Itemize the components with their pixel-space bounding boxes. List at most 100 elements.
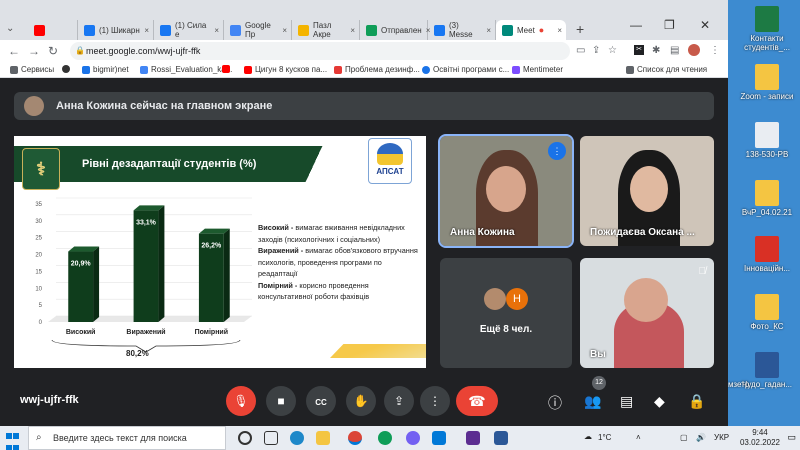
bookmark-item[interactable]: Mentimeter bbox=[512, 65, 563, 74]
activities-icon[interactable]: ◆ bbox=[654, 393, 665, 410]
puzzle-icon[interactable]: ✱ bbox=[652, 45, 660, 56]
cast-icon[interactable]: ▭ bbox=[576, 45, 585, 56]
minimize-icon[interactable]: — bbox=[630, 18, 642, 32]
browser-tab-active[interactable]: Meet ● × bbox=[496, 20, 566, 40]
close-tab-icon[interactable]: × bbox=[557, 26, 562, 35]
windows-start-icon[interactable] bbox=[6, 431, 20, 450]
close-tab-icon[interactable]: × bbox=[486, 26, 491, 35]
close-tab-icon[interactable]: × bbox=[144, 26, 149, 35]
close-window-icon[interactable]: ✕ bbox=[700, 18, 710, 32]
reload-icon[interactable]: ↻ bbox=[48, 44, 58, 58]
microphone-toggle-button[interactable]: 🎙 bbox=[226, 386, 256, 416]
weather-icon[interactable]: ☁ bbox=[584, 432, 592, 441]
info-icon[interactable]: ⓘ bbox=[548, 393, 562, 413]
desktop-icon[interactable]: Контакти студентів_... bbox=[736, 6, 798, 52]
clock[interactable]: 9:44 03.02.2022 bbox=[740, 428, 780, 448]
volume-icon[interactable]: 🔊 bbox=[696, 433, 706, 442]
presenting-banner: Анна Кожина сейчас на главном экране bbox=[14, 92, 714, 120]
bookmark-item[interactable]: Проблема дезинф... bbox=[334, 65, 420, 74]
cortana-icon[interactable] bbox=[238, 431, 252, 445]
y-tick-label: 15 bbox=[35, 269, 42, 275]
reading-list[interactable]: Список для чтения bbox=[626, 65, 707, 74]
bar-chart: 0 5 10 15 20 25 30 35 20,9% Високий 33,1% Виражени… bbox=[35, 197, 252, 353]
bookmark-label: Rossi_Evaluation_ka... bbox=[151, 65, 233, 74]
edge-icon[interactable] bbox=[290, 431, 304, 445]
bookmark-item[interactable] bbox=[222, 65, 230, 73]
pin-icon[interactable]: ▤ bbox=[670, 45, 679, 56]
participant-name: Анна Кожина bbox=[450, 227, 515, 238]
url-input[interactable]: 🔒 meet.google.com/wwj-ujfr-ffk bbox=[70, 42, 570, 60]
end-call-button[interactable]: ☎ bbox=[456, 386, 498, 416]
browser-tab[interactable]: Google Пр × bbox=[224, 20, 292, 40]
menu-icon[interactable]: ⋮ bbox=[710, 45, 720, 56]
back-icon[interactable]: ← bbox=[8, 44, 20, 58]
tab-title: (3) Messe bbox=[449, 21, 473, 39]
chat-icon[interactable]: ▤ bbox=[620, 393, 633, 410]
facebook-icon bbox=[160, 24, 171, 36]
raise-hand-button[interactable]: ✋ bbox=[346, 386, 376, 416]
tab-title: Отправлен bbox=[381, 25, 422, 35]
desktop-icon[interactable]: Інноваційн... bbox=[736, 236, 798, 273]
desktop-icon[interactable]: 138-530-РВ bbox=[736, 122, 798, 159]
participant-tile[interactable]: ⋮ Анна Кожина bbox=[438, 134, 574, 248]
bookmark-item[interactable] bbox=[62, 65, 70, 73]
task-view-icon[interactable] bbox=[264, 431, 278, 445]
notifications-icon[interactable]: ▭ bbox=[787, 432, 796, 443]
browser-tab[interactable]: Отправлен × bbox=[360, 20, 430, 40]
profile-avatar[interactable] bbox=[688, 44, 700, 56]
camera-toggle-button[interactable]: ■ bbox=[266, 386, 296, 416]
bookmark-item[interactable]: Освітні програми с... bbox=[422, 65, 509, 74]
desktop-icon[interactable]: Фото_КС bbox=[736, 294, 798, 331]
browser-tab[interactable] bbox=[28, 20, 78, 40]
bookmark-item[interactable]: Цигун 8 кусков па... bbox=[244, 65, 327, 74]
chrome-icon[interactable] bbox=[378, 431, 392, 445]
viber-icon[interactable] bbox=[406, 431, 420, 445]
word-file-icon bbox=[755, 352, 779, 378]
maximize-icon[interactable]: ❐ bbox=[664, 18, 675, 32]
folder-icon bbox=[755, 180, 779, 206]
bookmark-item[interactable]: Rossi_Evaluation_ka... bbox=[140, 65, 232, 74]
bookmark-item[interactable]: bigmir)net bbox=[82, 65, 129, 74]
more-options-button[interactable]: ⋮ bbox=[420, 386, 450, 416]
definition-pronounced: Виражений - вимагає обов'язкового втруча… bbox=[258, 245, 423, 280]
participant-video-face bbox=[630, 166, 668, 212]
browser-tab[interactable]: (1) Шикарн × bbox=[78, 20, 154, 40]
taskbar-search-input[interactable]: ⌕ Введите здесь текст для поиска bbox=[28, 426, 226, 450]
browser-tab[interactable]: (3) Messe × bbox=[428, 20, 496, 40]
tab-search-icon[interactable]: ⌄ bbox=[6, 23, 14, 34]
close-tab-icon[interactable]: × bbox=[282, 26, 287, 35]
explorer-icon[interactable] bbox=[316, 431, 330, 445]
definition-moderate: Помірний - корисно проведення консультат… bbox=[258, 280, 423, 303]
host-controls-icon[interactable]: 🔒 bbox=[688, 393, 705, 410]
y-tick-label: 10 bbox=[35, 286, 42, 292]
people-icon[interactable]: 👥 bbox=[584, 393, 601, 410]
extension-icon[interactable]: ✂ bbox=[634, 45, 644, 55]
app-icon[interactable] bbox=[432, 431, 446, 445]
bookmark-star-icon[interactable]: ☆ bbox=[608, 45, 617, 56]
participant-tile[interactable]: Пожидаєва Оксана ... bbox=[580, 136, 714, 246]
globe-icon bbox=[422, 65, 430, 74]
close-tab-icon[interactable]: × bbox=[350, 26, 355, 35]
browser-tab[interactable]: (1) Сила е × bbox=[154, 20, 224, 40]
captions-button[interactable]: CC bbox=[306, 386, 336, 416]
bookmark-label: bigmir)net bbox=[93, 65, 129, 74]
close-tab-icon[interactable]: × bbox=[214, 26, 219, 35]
tab-title: (1) Сила е bbox=[175, 21, 207, 39]
forward-icon[interactable]: → bbox=[28, 44, 40, 58]
network-icon[interactable]: ▢ bbox=[680, 433, 688, 442]
share-icon[interactable]: ⇪ bbox=[592, 45, 600, 56]
new-tab-button[interactable]: + bbox=[576, 21, 584, 37]
present-now-button[interactable]: ⇪ bbox=[384, 386, 414, 416]
desktop-icon-label: Чудо_гадан... bbox=[741, 380, 793, 389]
bookmark-item[interactable]: Сервисы bbox=[10, 65, 54, 74]
chrome-icon[interactable] bbox=[348, 431, 362, 445]
app-icon[interactable] bbox=[466, 431, 480, 445]
word-icon[interactable] bbox=[494, 431, 508, 445]
desktop-icon[interactable]: Zoom - записи bbox=[736, 64, 798, 101]
self-view-tile[interactable]: 🎙̸ Вы bbox=[580, 258, 714, 368]
language-indicator[interactable]: УКР bbox=[714, 433, 729, 442]
browser-tab[interactable]: Пазл Акре × bbox=[292, 20, 360, 40]
desktop-icon[interactable]: ВчР_04.02.21 bbox=[736, 180, 798, 217]
more-participants-tile[interactable]: Н Ещё 8 чел. bbox=[440, 258, 572, 368]
tray-chevron-icon[interactable]: ˄ bbox=[636, 433, 641, 442]
